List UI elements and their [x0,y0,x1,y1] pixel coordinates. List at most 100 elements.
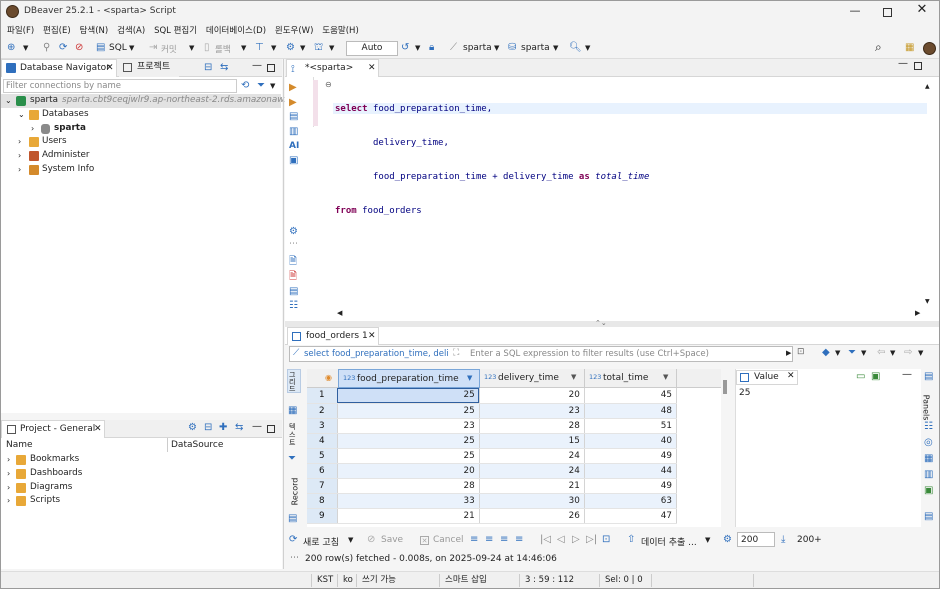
first-page-icon[interactable]: |◁ [540,534,551,546]
tools-dropdown-icon[interactable]: ▼ [300,42,305,54]
row-number[interactable]: 7 [307,478,338,494]
project-item-bookmarks[interactable]: › Bookmarks [1,453,281,467]
editor-settings-icon[interactable]: ⚙ [289,226,298,238]
collapse-icon[interactable]: › [7,467,10,481]
commit-dropdown-icon[interactable]: ▼ [189,42,194,54]
rollback-button-label[interactable]: 롤백 [215,43,231,55]
project-item-scripts[interactable]: › Scripts [1,494,281,508]
expand-icon[interactable]: ⌄ [5,94,12,108]
filter-apply-icon[interactable]: ▶ [786,349,791,357]
value-panel-close-icon[interactable]: ✕ [787,371,795,381]
row-number[interactable]: 1 [307,388,338,404]
history-dropdown-icon[interactable]: ▼ [415,42,420,54]
back-dropdown-icon[interactable]: ▼ [890,347,895,359]
row-number[interactable]: 2 [307,403,338,419]
table-row[interactable]: 1 25 20 45 [307,388,678,404]
table-cell[interactable]: 49 [584,448,678,464]
fetch-more-label[interactable]: 200+ [797,535,822,545]
history-icon[interactable]: ↺ [401,42,409,54]
rollback-icon[interactable]: ▯ [204,42,210,54]
cancel-icon[interactable]: ✕ [420,536,429,545]
menu-navigate[interactable]: 탐색(N) [80,23,109,39]
transaction-dropdown-icon[interactable]: ▼ [271,42,276,54]
column-header-total-time[interactable]: 123 total_time ▼ [585,369,677,388]
delete-row-icon[interactable]: ≡ [500,534,508,546]
table-cell[interactable]: 48 [584,403,678,419]
table-cell[interactable]: 45 [584,388,678,404]
metadata-panel-icon[interactable]: ☷ [924,421,933,433]
menu-search[interactable]: 검색(A) [117,23,145,39]
value-panel-tab[interactable]: Value ✕ [736,370,798,385]
value-view-panel-icon[interactable]: ▣ [924,485,933,497]
sql-dropdown-icon[interactable]: ▼ [129,42,134,54]
collapse-icon[interactable]: › [18,135,21,149]
collapse-icon[interactable]: › [31,122,34,136]
table-cell[interactable]: 15 [479,433,585,449]
funnel-dropdown-icon[interactable]: ▼ [861,347,866,359]
search-icon[interactable]: ⌕ [875,41,882,53]
menu-file[interactable]: 파일(F) [7,23,34,39]
search-dropdown-icon[interactable]: ▼ [585,42,590,54]
load-script-icon[interactable]: 🗎︎ [289,256,297,268]
explain-plan-icon[interactable]: ▥ [289,126,298,138]
table-row[interactable]: 7 28 21 49 [307,478,678,494]
erase-filter-icon[interactable]: ◆ [822,347,830,359]
database-tools-icon[interactable]: ⚙ [286,42,295,54]
format-sql-icon[interactable]: ☷ [289,300,298,312]
schema-compare-icon[interactable]: ⛫ [314,42,323,54]
table-cell[interactable]: 20 [479,388,585,404]
last-page-icon[interactable]: ▷| [586,534,597,546]
value-save-icon[interactable]: ▭ [856,371,865,383]
filter-panel-icon[interactable]: ⏷ [288,453,296,465]
connection-filter-input[interactable]: Filter connections by name [3,79,237,93]
table-cell[interactable]: 25 [337,388,480,404]
table-row[interactable]: 4 25 15 40 [307,433,678,449]
refresh-label[interactable]: 새로 고침 [303,535,339,548]
filter-icon[interactable]: ⏷ [257,80,265,92]
save-script-icon[interactable]: 🗎︎ [289,271,297,283]
collapse-icon[interactable]: › [18,149,21,163]
execute-in-new-tab-icon[interactable]: ▶ [289,97,297,109]
table-row[interactable]: 8 33 30 63 [307,493,678,509]
results-filter-input[interactable]: ⟋ select food_preparation_time, deliver … [289,346,793,362]
execute-script-icon[interactable]: ▤ [289,111,298,123]
splitter-up-icon[interactable]: ⌃⌄ [595,319,607,327]
filter-funnel-icon[interactable]: ⏷ [848,347,856,359]
filter-history-icon[interactable]: ⊡ [797,347,805,357]
collapse-icon[interactable]: › [7,494,10,508]
row-number[interactable]: 5 [307,448,338,464]
scroll-up-icon[interactable]: ▲ [925,81,930,93]
menu-sql-editor[interactable]: SQL 편집기 [154,23,197,39]
add-row-icon[interactable]: ≡ [470,534,478,546]
column-header-delivery-time[interactable]: 123 delivery_time ▼ [480,369,585,388]
row-number[interactable]: 8 [307,493,338,509]
project-tab-close-icon[interactable]: ✕ [94,421,102,438]
value-panel-minimize-icon[interactable]: — [902,369,912,381]
connect-icon[interactable]: ⚲ [43,42,50,54]
search-tool-icon[interactable]: 🔍︎ [569,42,582,54]
table-cell[interactable]: 24 [479,463,585,479]
cancel-label[interactable]: Cancel [433,535,464,545]
sql-editor-icon[interactable]: ▤ [96,42,105,54]
vertical-splitter[interactable] [283,59,284,569]
expand-icon[interactable]: ⌄ [18,108,25,122]
project-maximize-icon[interactable] [267,425,275,433]
tree-system-info[interactable]: › System Info [1,163,281,177]
fold-marker-icon[interactable]: ⊖ [325,80,332,89]
new-connection-icon[interactable]: ⊕ [7,42,15,54]
outline-icon[interactable]: ▣ [289,155,298,167]
table-cell[interactable]: 63 [584,493,678,509]
reconnect-icon[interactable]: ⟳ [59,42,67,54]
back-icon[interactable]: ⇦ [877,347,885,359]
table-row[interactable]: 3 23 28 51 [307,418,678,434]
tab-database-navigator[interactable]: Database Navigator ✕ [1,59,117,77]
menu-window[interactable]: 윈도우(W) [275,23,314,39]
refresh-dropdown-icon[interactable]: ▼ [348,534,353,546]
collapse-all-icon[interactable]: ⊟ [204,62,212,74]
table-row[interactable]: 5 25 24 49 [307,448,678,464]
horizontal-scrollbar[interactable]: ◀ ▶ [335,309,925,319]
save-icon[interactable]: ⊘ [367,534,375,546]
auto-commit-box[interactable]: Auto [346,41,398,56]
collapse-icon[interactable]: › [18,163,21,177]
menu-help[interactable]: 도움말(H) [322,23,358,39]
